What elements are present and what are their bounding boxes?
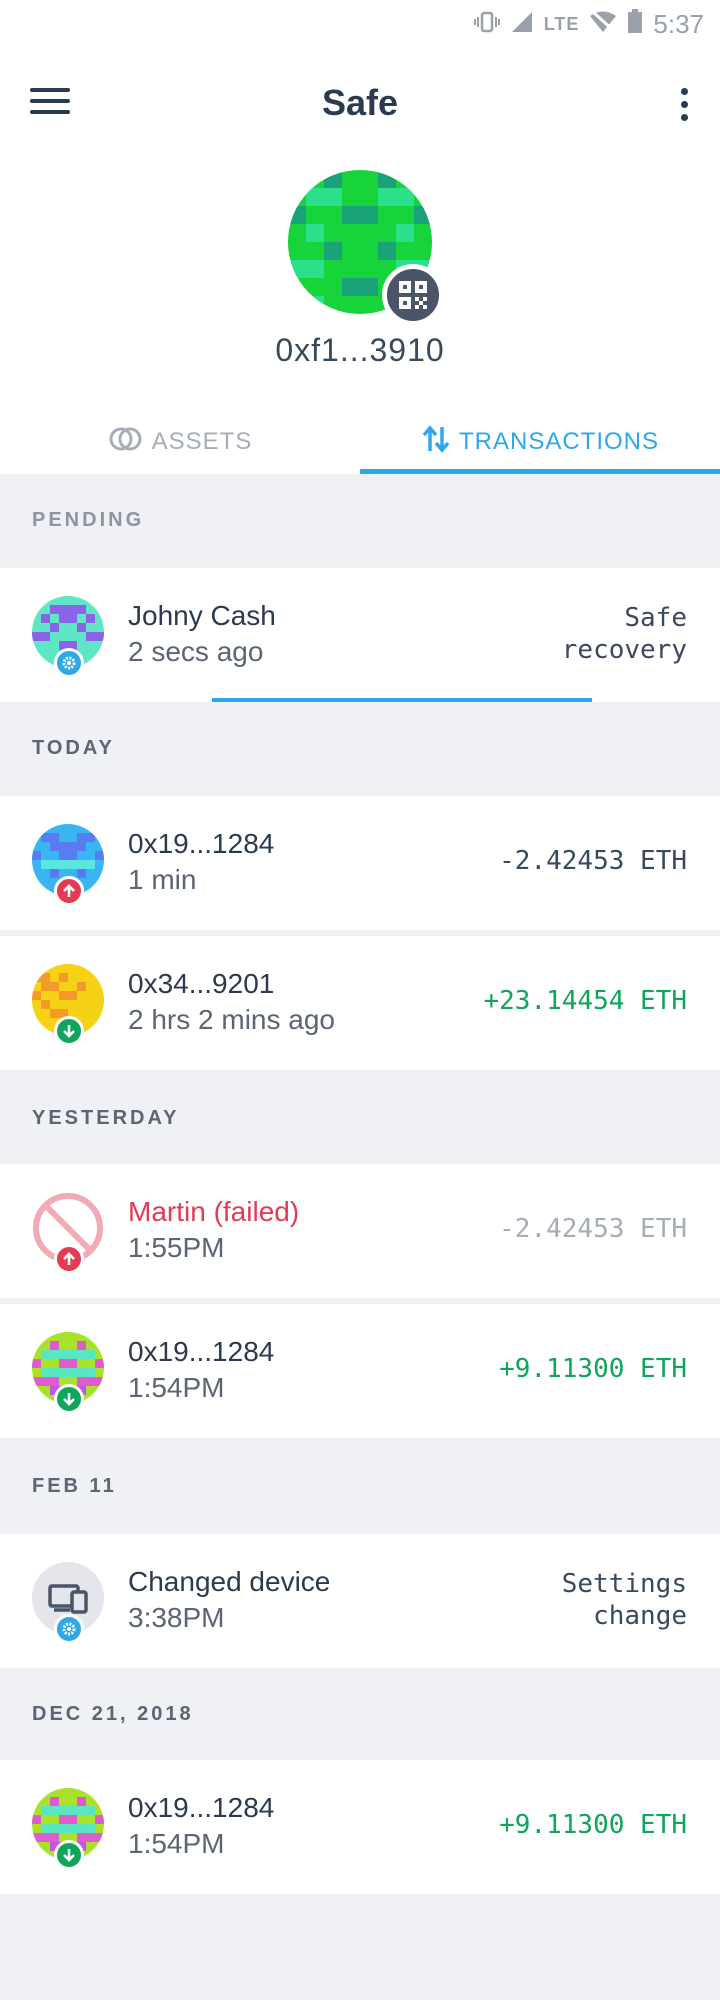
settings-gear-icon <box>54 1614 84 1644</box>
safe-header: Safe 0xf1...3910 ASSETS TRANSACTIONS <box>0 48 720 474</box>
transaction-time: 2 hrs 2 mins ago <box>128 1004 335 1035</box>
transaction-name: 0x19...1284 <box>128 1792 275 1823</box>
transaction-type: Settings change <box>562 1568 687 1632</box>
tab-bar: ASSETS TRANSACTIONS <box>0 410 720 474</box>
tab-assets-label: ASSETS <box>151 428 253 455</box>
signal-icon <box>510 9 534 40</box>
section-header-dec-21-2018: DEC 21, 2018 <box>0 1668 720 1760</box>
transaction-type-line2: recovery <box>561 635 687 665</box>
status-bar: LTE 5:37 <box>0 0 720 48</box>
transaction-type-line2: change <box>593 1601 687 1631</box>
transaction-amount: +23.14454 ETH <box>483 986 688 1016</box>
transaction-row-failed[interactable]: Martin (failed) 1:55PM -2.42453 ETH <box>0 1164 720 1298</box>
section-header-today: TODAY <box>0 702 720 794</box>
clock: 5:37 <box>653 8 704 39</box>
section-header-pending: PENDING <box>0 474 720 566</box>
transaction-name: Changed device <box>128 1566 331 1597</box>
transaction-time: 1:55PM <box>128 1232 225 1263</box>
transaction-amount: -2.42453 ETH <box>499 1214 687 1244</box>
transaction-time: 1 min <box>128 864 197 895</box>
transaction-row[interactable]: 0x19...1284 1 min -2.42453 ETH <box>0 796 720 930</box>
section-header-feb-11: FEB 11 <box>0 1440 720 1532</box>
wifi-off-icon <box>589 9 617 40</box>
transaction-name: 0x19...1284 <box>128 828 275 859</box>
battery-icon <box>627 8 643 40</box>
transaction-row[interactable]: 0x19...1284 1:54PM +9.11300 ETH <box>0 1760 720 1894</box>
safe-address[interactable]: 0xf1...3910 <box>0 332 720 369</box>
incoming-arrow-icon <box>54 1016 84 1046</box>
tab-assets[interactable]: ASSETS <box>0 410 360 474</box>
pending-transaction-row[interactable]: Johny Cash 2 secs ago Safe recovery <box>0 568 720 702</box>
vibrate-icon <box>473 9 500 40</box>
more-options-icon[interactable] <box>678 88 690 128</box>
settings-gear-icon <box>54 648 84 678</box>
settings-change-row[interactable]: Changed device 3:38PM Settings change <box>0 1534 720 1668</box>
transaction-row[interactable]: 0x34...9201 2 hrs 2 mins ago +23.14454 E… <box>0 936 720 1070</box>
qr-code-icon[interactable] <box>382 264 444 326</box>
transaction-name: Johny Cash <box>128 600 276 631</box>
transaction-time: 1:54PM <box>128 1828 225 1859</box>
transaction-time: 3:38PM <box>128 1602 225 1633</box>
tab-transactions-label: TRANSACTIONS <box>458 428 659 455</box>
outgoing-arrow-icon <box>54 876 84 906</box>
transaction-name: 0x34...9201 <box>128 968 275 999</box>
assets-icon <box>108 426 144 459</box>
transaction-type-line1: Safe <box>624 603 687 633</box>
transfer-arrows-icon <box>421 424 451 460</box>
tab-transactions[interactable]: TRANSACTIONS <box>360 410 720 474</box>
transaction-amount: +9.11300 ETH <box>499 1810 687 1840</box>
transaction-time: 2 secs ago <box>128 636 264 667</box>
transaction-name: 0x19...1284 <box>128 1336 275 1367</box>
transaction-amount: +9.11300 ETH <box>499 1354 687 1384</box>
transaction-amount: -2.42453 ETH <box>499 846 687 876</box>
incoming-arrow-icon <box>54 1384 84 1414</box>
lte-label: LTE <box>543 13 580 34</box>
transaction-type-line1: Settings <box>561 1569 687 1599</box>
transaction-name: Martin (failed) <box>128 1196 300 1227</box>
transaction-type: Safe recovery <box>562 602 687 666</box>
outgoing-arrow-icon <box>54 1244 84 1274</box>
page-title: Safe <box>321 82 399 123</box>
incoming-arrow-icon <box>54 1840 84 1870</box>
transaction-time: 1:54PM <box>128 1372 225 1403</box>
transaction-row[interactable]: 0x19...1284 1:54PM +9.11300 ETH <box>0 1304 720 1438</box>
section-header-yesterday: YESTERDAY <box>0 1072 720 1164</box>
